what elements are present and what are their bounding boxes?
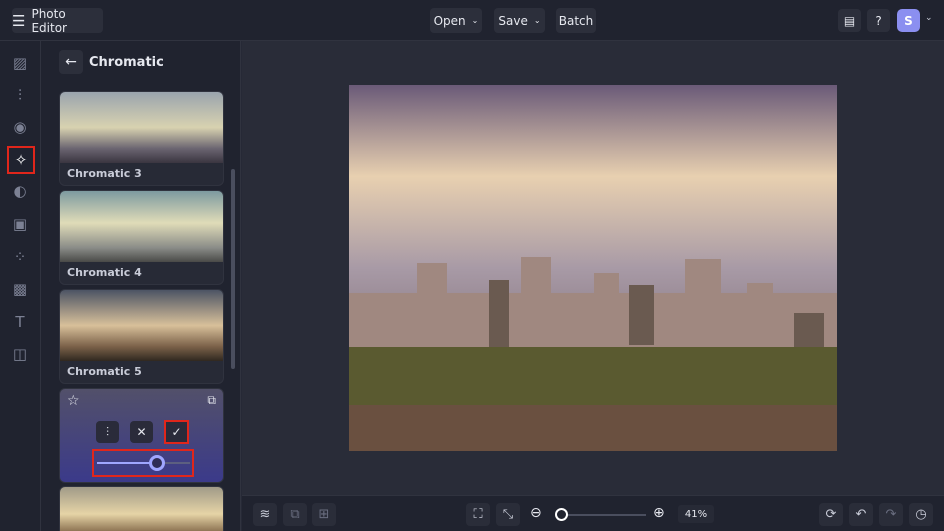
highlight-box [164,420,189,444]
image-icon[interactable]: ▨ [8,51,32,75]
preset-thumbnail [60,191,223,262]
layers-icon[interactable]: ≋ [253,503,277,526]
batch-label: Batch [558,13,594,28]
eye-icon[interactable]: ◉ [8,115,32,139]
batch-button[interactable]: Batch [556,8,596,33]
panel-title: Chromatic [89,55,164,70]
text-icon[interactable]: T [8,310,32,334]
avatar[interactable]: S [897,9,920,32]
palette-icon[interactable]: ◐ [8,179,32,203]
tool-rail: ▨ ⫶ ◉ ✧ ◐ ▣ ⁘ ▩ T ◫ [0,41,41,531]
cancel-button[interactable]: ✕ [130,421,153,443]
help-icon[interactable]: ? [867,9,890,32]
replace-icon[interactable]: ⧉ [283,503,307,526]
preset-label: Chromatic 3 [67,167,142,180]
frame-icon[interactable]: ▣ [8,212,32,236]
scrollbar[interactable] [231,169,235,369]
back-button[interactable]: ← [59,50,83,74]
highlight-box [92,449,194,477]
preset-thumbnail [60,290,223,361]
preset-card[interactable]: Chromatic 5 [59,289,224,384]
bottom-toolbar: ≋ ⧉ ⊞ ⛶ ⤡ ⊖ ⊕ 41% ⟳ ↶ ↷ ◷ [242,495,944,531]
star-icon[interactable]: ☆ [67,393,80,409]
chevron-down-icon: ⌄ [471,16,479,25]
redo-icon[interactable]: ↷ [879,503,903,526]
feedback-icon[interactable]: ▤ [838,9,861,32]
open-button[interactable]: Open ⌄ [430,8,482,33]
save-button[interactable]: Save ⌄ [494,8,545,33]
chevron-down-icon: ⌄ [533,16,541,25]
photo [349,85,837,451]
menu-button[interactable]: ☰ Photo Editor [12,6,103,35]
preset-label: Chromatic 4 [67,266,142,279]
overlay-icon[interactable]: ◫ [8,342,32,366]
save-label: Save [498,13,528,28]
active-preset-card[interactable]: ☆ ⧉ ⫶ ✕ ✓ [59,388,224,483]
zoom-out-icon[interactable]: ⊖ [530,505,542,521]
zoom-slider[interactable] [554,508,646,521]
fit-screen-icon[interactable]: ⛶ [466,503,490,526]
city-photo [349,85,837,451]
top-bar: ☰ Photo Editor Open ⌄ Save ⌄ Batch ▤ ? S ⌄ [0,0,944,41]
history-icon[interactable]: ◷ [909,503,933,526]
settings-button[interactable]: ⫶ [96,421,119,443]
actual-size-icon[interactable]: ⤡ [496,503,520,526]
app-title: Photo Editor [31,6,67,35]
preset-thumbnail [60,92,223,163]
undo-icon[interactable]: ↶ [849,503,873,526]
zoom-level[interactable]: 41% [678,505,714,523]
adjust-icon[interactable]: ⫶ [8,83,32,107]
chevron-down-icon[interactable]: ⌄ [925,13,933,23]
effects-icon[interactable]: ✧ [7,146,35,174]
preset-card[interactable]: Chromatic 4 [59,190,224,285]
zoom-in-icon[interactable]: ⊕ [653,505,665,521]
grid-icon[interactable]: ⊞ [312,503,336,526]
open-label: Open [433,13,466,28]
rotate-icon[interactable]: ⟳ [819,503,843,526]
graphics-icon[interactable]: ⁘ [8,245,32,269]
effects-panel: ← Chromatic Chromatic 3 Chromatic 4 Chro… [41,41,241,531]
slider-handle[interactable] [554,508,568,521]
duplicate-icon[interactable]: ⧉ [207,393,216,408]
preset-card[interactable] [59,486,224,531]
preset-thumbnail [60,487,223,531]
preset-card[interactable]: Chromatic 3 [59,91,224,186]
hamburger-icon: ☰ [12,11,26,30]
texture-icon[interactable]: ▩ [8,277,32,301]
preset-label: Chromatic 5 [67,365,142,378]
